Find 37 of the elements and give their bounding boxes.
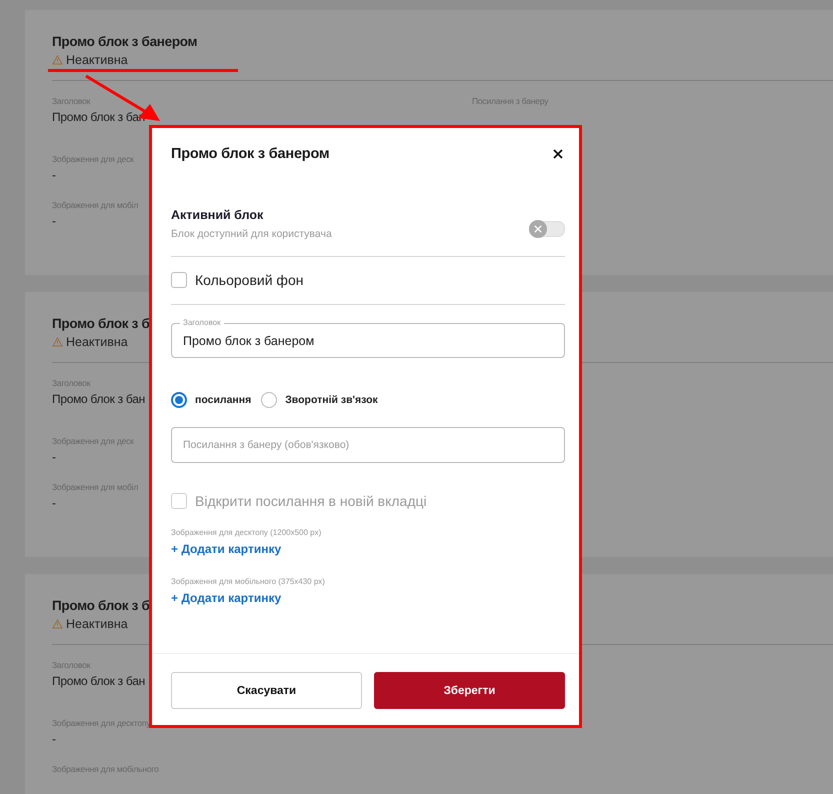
warning-icon bbox=[52, 55, 63, 65]
modal-title: Промо блок з банером bbox=[171, 146, 330, 162]
image-label: Зображення для десктопу (1200x500 px) bbox=[171, 528, 322, 537]
card-title: Промо блок з б bbox=[52, 316, 150, 331]
close-button[interactable] bbox=[551, 147, 565, 161]
add-image-link[interactable]: + Додати картинку bbox=[171, 542, 282, 556]
radio-label: посилання bbox=[195, 394, 252, 406]
checkbox[interactable] bbox=[171, 272, 187, 288]
image-label: Зображення для мобільного (375x430 px) bbox=[171, 577, 326, 586]
field-value: - bbox=[52, 496, 56, 510]
status-text: Неактивна bbox=[66, 617, 128, 631]
checkbox-label: Відкрити посилання в новій вкладці bbox=[195, 493, 427, 509]
field-value: - bbox=[52, 732, 56, 746]
card-title: Промо блок з банером bbox=[52, 34, 198, 49]
field-value: - bbox=[52, 450, 56, 464]
field-value: - bbox=[52, 168, 56, 182]
toggle-switch[interactable] bbox=[529, 221, 565, 237]
field-value: Промо блок з бан bbox=[52, 392, 145, 406]
radio-button[interactable] bbox=[261, 392, 278, 408]
field-value: - bbox=[52, 214, 56, 228]
link-field[interactable]: Посилання з банеру (обов'язково) bbox=[171, 427, 565, 463]
save-button[interactable]: Зберегти bbox=[374, 672, 565, 709]
radio-button[interactable] bbox=[171, 392, 187, 408]
cancel-button[interactable]: Скасувати bbox=[171, 672, 362, 709]
setting-description: Блок доступний для користувача bbox=[171, 228, 332, 240]
setting-label: Активний блок bbox=[171, 208, 264, 222]
card-title: Промо блок з б bbox=[52, 598, 150, 613]
close-icon bbox=[553, 149, 563, 159]
radio-label: Зворотній зв'язок bbox=[285, 394, 378, 406]
warning-icon bbox=[52, 619, 63, 629]
cross-icon bbox=[534, 225, 542, 233]
add-image-link[interactable]: + Додати картинку bbox=[171, 591, 282, 605]
field-value: Промо блок з бан bbox=[52, 674, 145, 688]
status-text: Неактивна bbox=[66, 335, 128, 349]
warning-icon bbox=[52, 337, 63, 347]
checkbox-label: Кольоровий фон bbox=[195, 272, 304, 288]
status-text: Неактивна bbox=[66, 53, 128, 67]
